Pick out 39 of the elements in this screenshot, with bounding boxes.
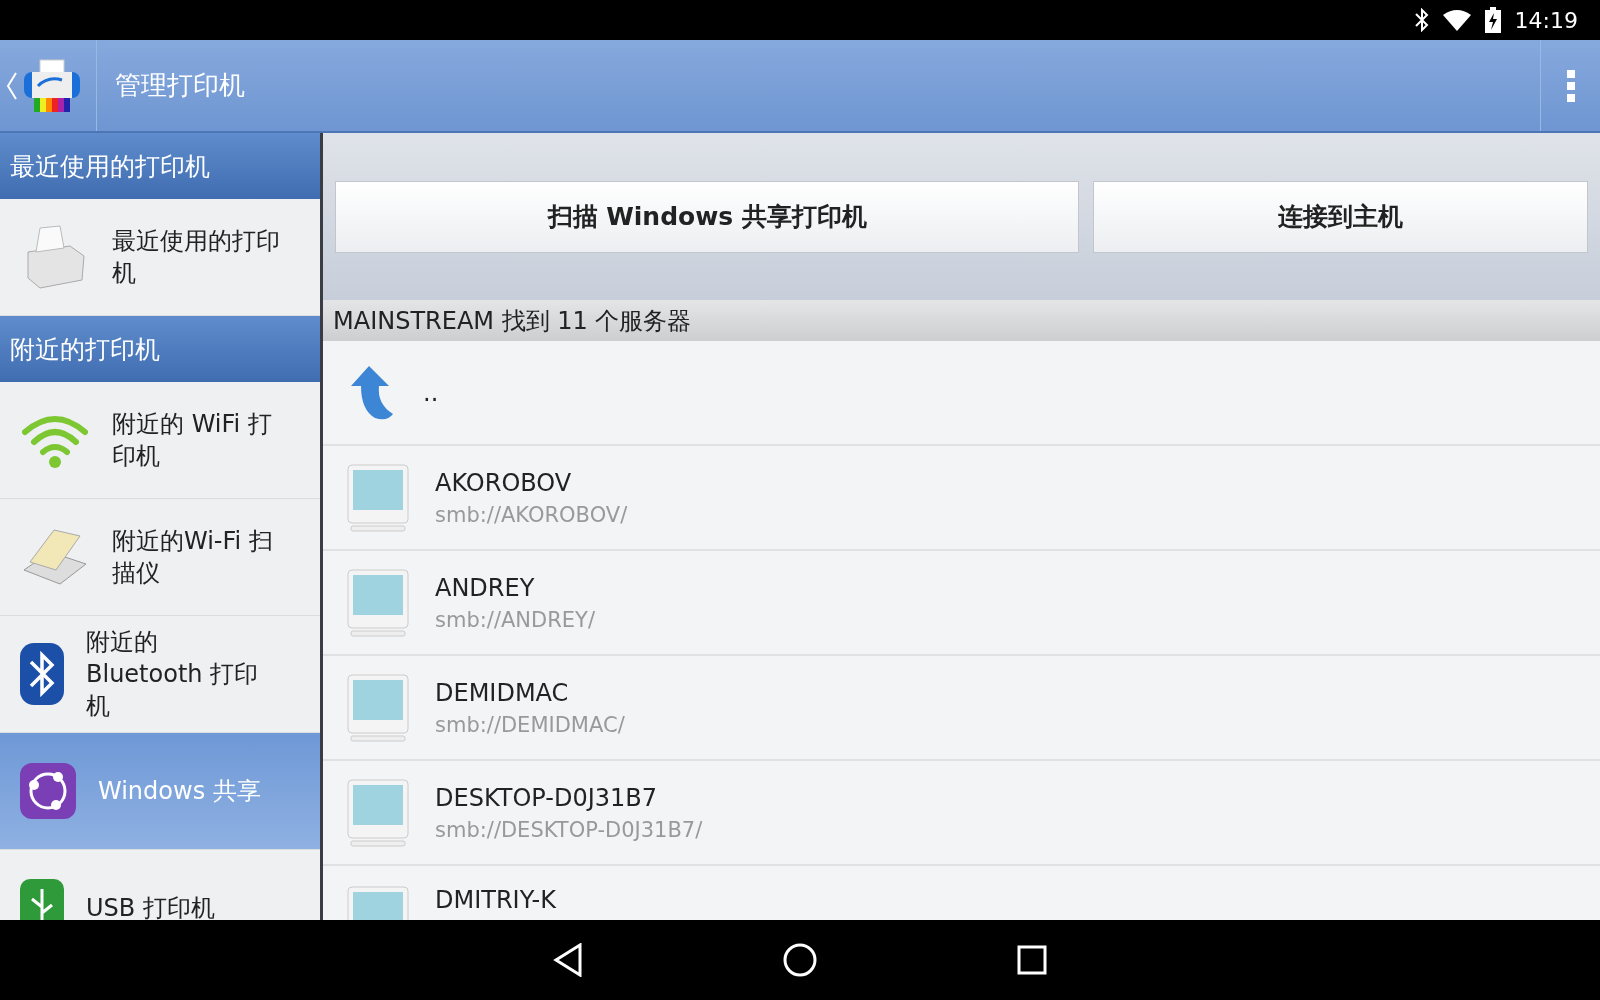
monitor-icon <box>347 463 409 532</box>
back-chevron-icon <box>6 70 18 101</box>
status-time: 14:19 <box>1514 7 1578 33</box>
server-name: AKOROBOV <box>435 468 573 497</box>
home-nav-button[interactable] <box>783 943 817 977</box>
sidebar-item-label: USB 打印机 <box>86 893 216 920</box>
server-name: ANDREY <box>435 573 536 602</box>
monitor-icon <box>347 778 409 847</box>
sidebar-item-label: 附近的Wi-Fi 扫描仪 <box>112 526 274 589</box>
server-path: smb://AKOROBOV/ <box>435 502 628 527</box>
server-name: DEMIDMAC <box>435 678 570 707</box>
app-title: 管理打印机 <box>115 69 246 102</box>
server-path: smb://DEMIDMAC/ <box>435 712 625 737</box>
server-name: .. <box>423 378 439 407</box>
server-path: smb://DESKTOP-D0J31B7/ <box>435 817 703 842</box>
battery-icon <box>1484 7 1501 33</box>
usb-icon <box>20 879 64 920</box>
monitor-icon <box>347 568 409 637</box>
server-path: smb://ANDREY/ <box>435 607 595 632</box>
server-name: DESKTOP-D0J31B7 <box>435 783 658 812</box>
section-header: 最近使用的打印机 <box>0 133 320 199</box>
monitor-icon <box>347 673 409 742</box>
recents-nav-button[interactable] <box>1017 945 1047 975</box>
list-header: MAINSTREAM 找到 11 个服务器 <box>323 300 1600 341</box>
server-name: DMITRIY-K <box>435 886 556 914</box>
sidebar-item-label: 附近的 Bluetooth 打印机 <box>86 627 260 722</box>
more-icon <box>1566 69 1575 102</box>
bluetooth-icon <box>20 643 64 705</box>
share-icon <box>20 763 76 819</box>
action-button[interactable]: 连接到主机 <box>1093 180 1588 253</box>
bluetooth-icon <box>1414 8 1429 32</box>
sidebar-item-label: Windows 共享 <box>98 776 262 807</box>
sidebar-item-label: 最近使用的打印机 <box>112 226 281 289</box>
printer-logo-icon <box>22 57 82 114</box>
section-header: 附近的打印机 <box>0 316 320 382</box>
sidebar-item-label: 附近的 WiFi 打印机 <box>112 409 273 472</box>
wifi-icon <box>1442 9 1471 31</box>
action-button[interactable]: 扫描 Windows 共享打印机 <box>335 180 1080 253</box>
back-nav-button[interactable] <box>553 943 583 977</box>
